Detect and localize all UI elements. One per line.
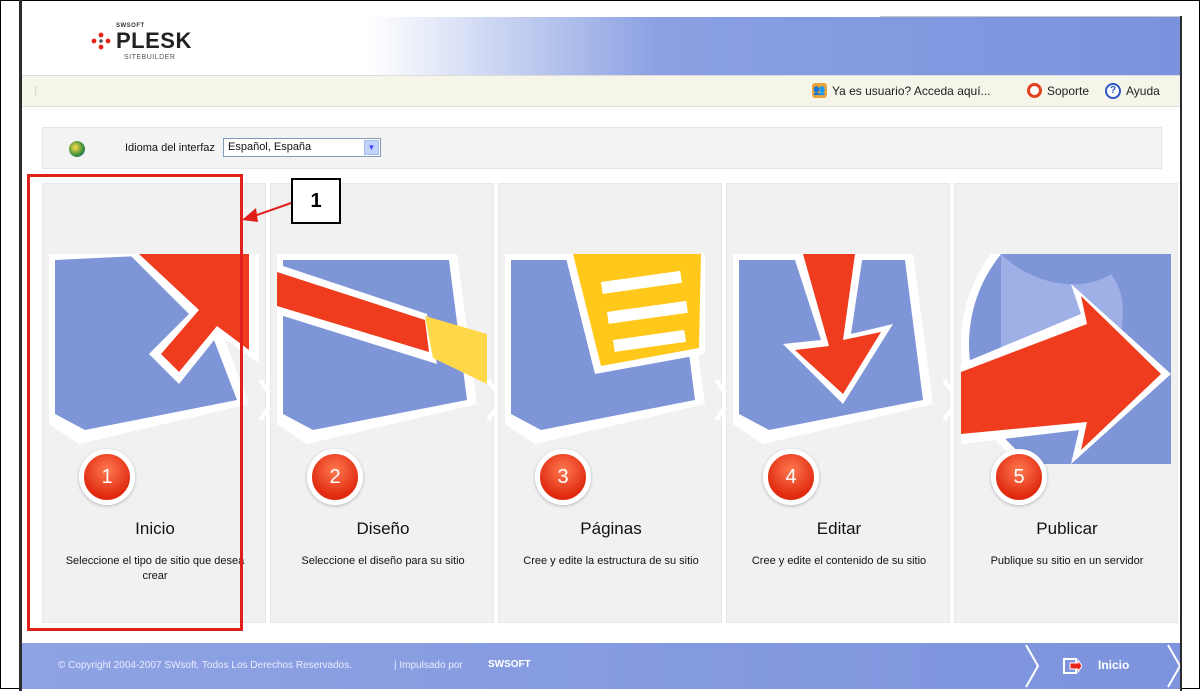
language-label: Idioma del interfaz: [125, 142, 215, 154]
step-description: Publique su sitio en un servidor: [990, 555, 1144, 567]
design-pencil-illustration: [277, 254, 487, 444]
powered-by-text: | Impulsado por: [394, 660, 463, 671]
publish-globe-illustration: [961, 254, 1171, 464]
login-link[interactable]: 👥 Ya es usuario? Acceda aquí...: [812, 83, 991, 98]
start-button-label: Inicio: [1098, 658, 1130, 672]
help-icon: ?: [1105, 83, 1121, 99]
step-card-editar[interactable]: 4 Editar Cree y edite el contenido de su…: [726, 183, 950, 623]
plesk-logo-icon: [91, 32, 111, 50]
callout-label: 1: [291, 178, 341, 224]
step-number-badge: 4: [763, 449, 819, 505]
toolbar-grip-icon: ⁞: [34, 84, 38, 98]
language-bar: Idioma del interfaz Español, España ▼: [42, 127, 1162, 169]
step-card-diseno[interactable]: 2 Diseño Seleccione el diseño para su si…: [270, 183, 494, 623]
step-card-paginas[interactable]: 3 Páginas Cree y edite la estructura de …: [498, 183, 722, 623]
step-card-publicar[interactable]: 5 Publicar Publique su sitio en un servi…: [954, 183, 1178, 623]
lifebuoy-icon: [1027, 83, 1042, 98]
help-link-label: Ayuda: [1126, 84, 1160, 98]
globe-icon: [69, 141, 85, 157]
logo-product: PLESK: [116, 28, 192, 53]
swsoft-footer-logo[interactable]: SWSOFT: [488, 659, 531, 670]
callout-pointer-arrow: [242, 201, 295, 222]
login-link-label: Ya es usuario? Acceda aquí...: [832, 83, 991, 98]
edit-arrow-illustration: [733, 254, 933, 444]
step-title: Páginas: [580, 519, 642, 538]
top-toolbar: ⁞ 👥 Ya es usuario? Acceda aquí... Soport…: [22, 75, 1180, 107]
language-selected-value: Español, España: [228, 141, 312, 153]
step-number-badge: 2: [307, 449, 363, 505]
step-description: Cree y edite la estructura de su sitio: [523, 555, 699, 567]
chevron-down-icon[interactable]: ▼: [364, 140, 379, 155]
step-title: Diseño: [356, 519, 410, 538]
language-select[interactable]: Español, España ▼: [223, 138, 381, 157]
start-button[interactable]: Inicio: [1022, 643, 1180, 689]
step-number-badge: 3: [535, 449, 591, 505]
exit-arrow-icon: [1063, 658, 1082, 674]
help-link[interactable]: ? Ayuda: [1105, 83, 1160, 99]
app-footer: © Copyright 2004-2007 SWsoft. Todos Los …: [22, 643, 1180, 689]
window-right-edge: [1180, 16, 1182, 691]
support-link-label: Soporte: [1047, 83, 1090, 98]
step-title: Editar: [816, 519, 862, 538]
logo-subtitle: SITEBUILDER: [124, 54, 176, 61]
pages-document-illustration: [505, 254, 705, 444]
step-title: Publicar: [1036, 519, 1098, 538]
step-number-badge: 5: [991, 449, 1047, 505]
step-description: Cree y edite el contenido de su sitio: [751, 555, 927, 567]
app-header: SWSOFT PLESK SITEBUILDER: [22, 17, 1180, 75]
copyright-text: © Copyright 2004-2007 SWsoft. Todos Los …: [58, 660, 353, 671]
step-description: Seleccione el diseño para su sitio: [301, 555, 465, 567]
highlight-box: [27, 174, 243, 631]
users-icon: 👥: [812, 83, 827, 98]
support-link[interactable]: Soporte: [1027, 83, 1089, 98]
